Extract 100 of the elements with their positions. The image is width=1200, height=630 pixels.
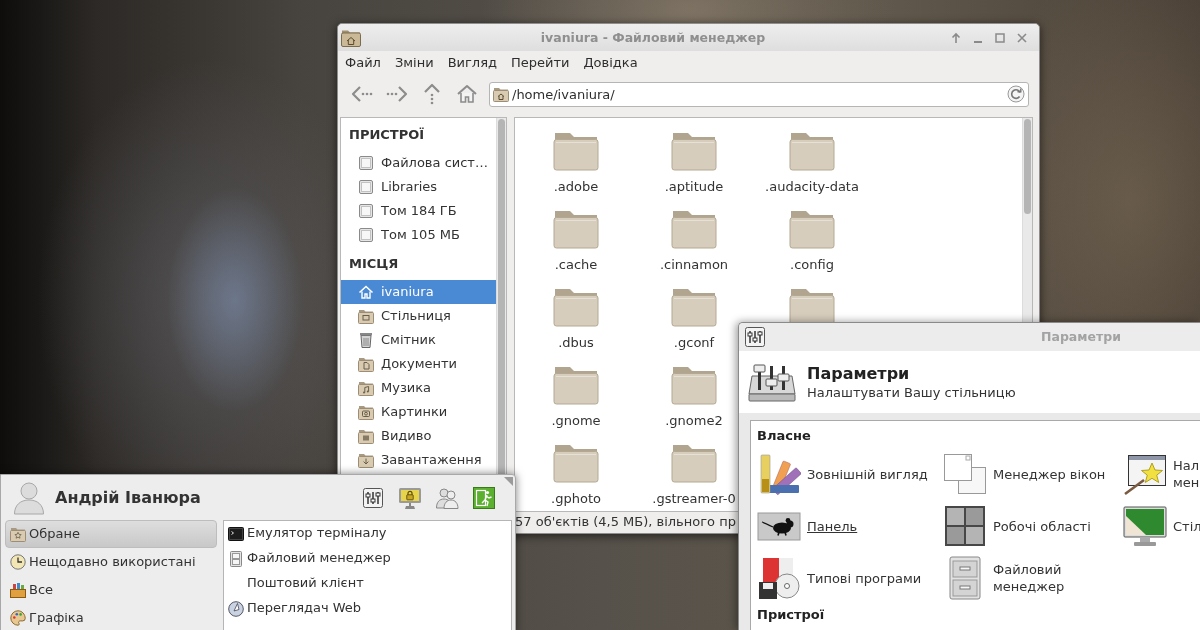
drive-icon — [358, 179, 374, 195]
app-item[interactable]: Файловий менеджер — [224, 546, 511, 571]
home-folder-icon — [341, 28, 361, 47]
folder-icon — [553, 209, 599, 249]
sidebar-item[interactable]: Том 105 МБ — [341, 223, 496, 247]
terminal-icon — [228, 525, 244, 542]
users-icon — [435, 486, 459, 509]
drive-icon — [358, 203, 374, 219]
sidebar-item[interactable]: Libraries — [341, 175, 496, 199]
disc-floppy-icon — [757, 556, 801, 600]
exit-icon — [473, 486, 495, 509]
sidebar-item[interactable]: Картинки — [341, 400, 496, 424]
drive-icon — [358, 227, 374, 243]
app-item[interactable]: Поштовий клієнт — [224, 571, 511, 596]
downloads-folder-icon — [358, 452, 374, 468]
up-arrow-icon — [950, 31, 962, 44]
folder-icon — [553, 443, 599, 483]
monitor-lock-icon — [398, 485, 422, 510]
monitor-icon — [1123, 504, 1167, 548]
sidebar-item[interactable]: Документи — [341, 352, 496, 376]
folder-item[interactable]: .config — [789, 209, 835, 273]
settings-item[interactable]: Панель — [757, 502, 943, 550]
window-title: Параметри — [1041, 329, 1121, 345]
category-item[interactable]: Обране — [5, 520, 217, 548]
app-item[interactable]: Емулятор терміналу — [224, 521, 511, 546]
category-item[interactable]: Нещодавно використані — [5, 548, 217, 576]
compass-icon — [228, 600, 244, 617]
sidebar-item[interactable]: Стільниця — [341, 304, 496, 328]
workspace-grid-icon — [943, 504, 987, 548]
settings-item[interactable]: Нал мен — [1123, 450, 1200, 498]
drive-icon — [358, 155, 374, 171]
dialog-title: Параметри — [807, 363, 911, 384]
pictures-folder-icon — [358, 404, 374, 420]
reload-icon[interactable] — [1007, 84, 1025, 103]
folder-icon — [789, 131, 835, 171]
folder-item[interactable]: .cache — [553, 209, 599, 273]
folder-icon — [671, 443, 717, 483]
settings-item[interactable]: Типові програми — [757, 554, 943, 602]
log-out-button[interactable] — [471, 484, 497, 511]
trash-icon — [358, 332, 374, 348]
app-item[interactable]: Переглядач Web — [224, 596, 511, 621]
folder-item[interactable]: .gphoto — [551, 443, 601, 507]
folder-item[interactable]: .audacity-data — [765, 131, 859, 195]
sidebar-item[interactable]: Видиво — [341, 424, 496, 448]
menu-item[interactable]: Перейти — [503, 51, 577, 74]
maximize-icon — [994, 31, 1006, 44]
folder-icon — [553, 365, 599, 405]
category-item[interactable]: Графіка — [5, 604, 217, 630]
folder-item[interactable]: .aptitude — [664, 131, 724, 195]
windows-icon — [943, 452, 987, 496]
close-icon — [1016, 31, 1028, 44]
music-folder-icon — [358, 380, 374, 396]
menu-item[interactable]: Вигляд — [440, 51, 504, 74]
menu-item[interactable]: Зміни — [387, 51, 441, 74]
sliders-icon — [745, 327, 765, 347]
section-heading: Власне — [757, 427, 812, 445]
sliders-icon — [363, 487, 383, 508]
location-field[interactable]: /home/ivaniura/ — [489, 81, 1029, 107]
folder-item[interactable]: .gnome2 — [665, 365, 723, 429]
settings-item[interactable]: Робочі області — [943, 502, 1123, 550]
folder-item[interactable]: .cinnamon — [659, 209, 729, 273]
desktop-folder-icon — [358, 308, 374, 324]
sidebar-item[interactable]: Том 184 ГБ — [341, 199, 496, 223]
section-heading: Пристрої — [757, 606, 826, 624]
folder-item[interactable]: .gconf — [671, 287, 717, 351]
settings-item[interactable]: Зовнішній вигляд — [757, 450, 943, 498]
folder-icon — [671, 287, 717, 327]
folder-item[interactable]: .dbus — [553, 287, 599, 351]
folder-item[interactable]: .gnome — [551, 365, 601, 429]
user-avatar-icon — [13, 480, 45, 515]
sidebar-item[interactable]: Завантаження — [341, 448, 496, 472]
minimize-icon — [974, 41, 982, 43]
user-name: Андрій Іванюра — [55, 487, 201, 508]
mixer-icon — [748, 362, 796, 402]
category-item[interactable]: Все — [5, 576, 217, 604]
videos-folder-icon — [358, 428, 374, 444]
status-text: 57 об'єктів (4,5 МБ), вільного пр — [515, 514, 736, 529]
settings-item[interactable]: Файловий менеджер — [943, 554, 1123, 602]
settings-item[interactable]: Стіл — [1123, 502, 1200, 550]
folder-icon — [789, 209, 835, 249]
sidebar-item[interactable]: Смітник — [341, 328, 496, 352]
resize-grip-icon[interactable] — [504, 477, 513, 486]
home-folder-icon — [493, 85, 509, 102]
menu-item[interactable]: Довідка — [576, 51, 645, 74]
folder-icon — [671, 365, 717, 405]
folder-item[interactable]: .adobe — [553, 131, 599, 195]
clock-icon — [10, 554, 26, 570]
folder-item[interactable]: .gstreamer-0 — [652, 443, 736, 507]
documents-folder-icon — [358, 356, 374, 372]
folder-icon — [553, 287, 599, 327]
folder-icon — [671, 209, 717, 249]
sidebar-item[interactable]: ivaniura — [341, 280, 496, 304]
sidebar-item[interactable]: Файлова сист… — [341, 151, 496, 175]
menu-item[interactable]: Файл — [338, 51, 388, 74]
settings-item[interactable]: Менеджер вікон — [943, 450, 1123, 498]
window-title: ivaniura - Файловий менеджер — [539, 29, 767, 46]
folder-icon — [553, 131, 599, 171]
home-icon — [358, 284, 374, 300]
sidebar-item[interactable]: Музика — [341, 376, 496, 400]
star-folder-icon — [10, 526, 26, 542]
